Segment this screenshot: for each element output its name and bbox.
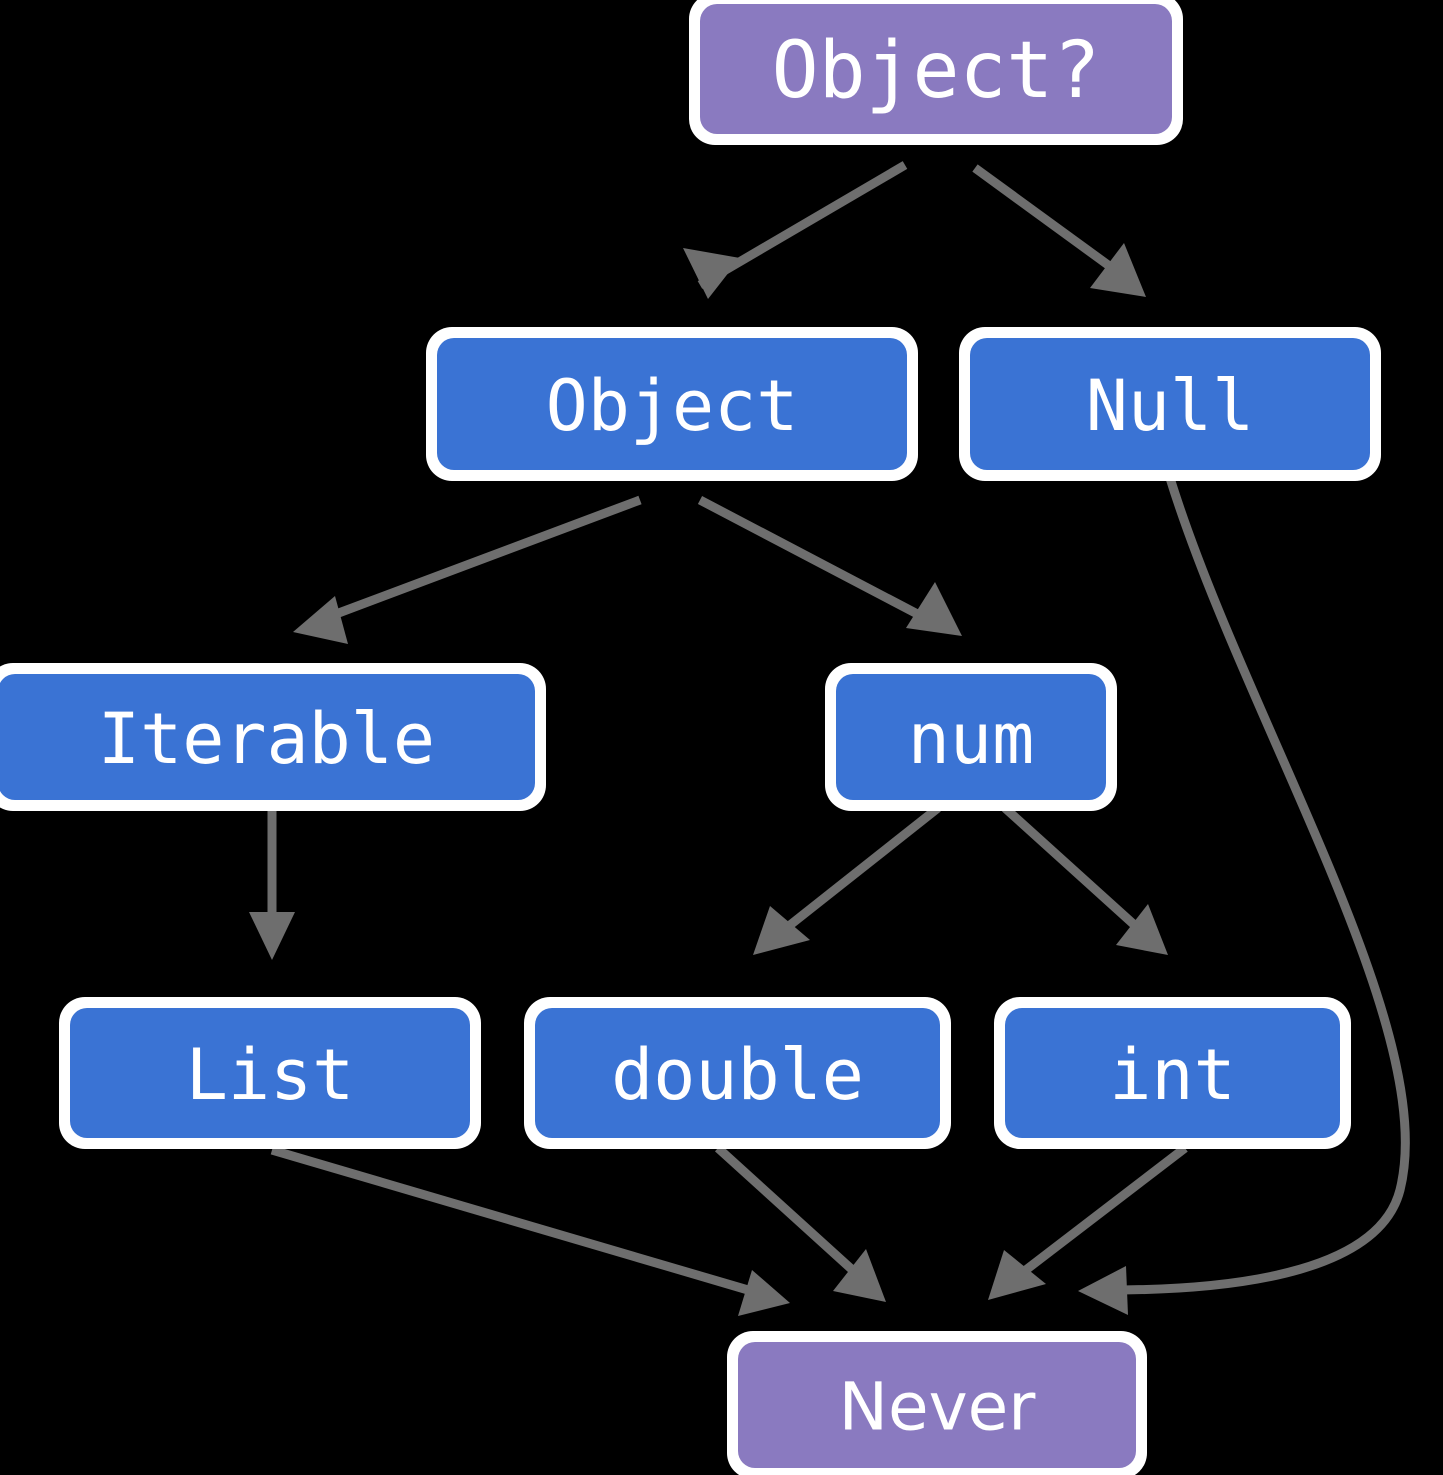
- node-iterable[interactable]: Iterable: [0, 663, 546, 811]
- edge-line: [777, 804, 941, 937]
- edge-line: [270, 1145, 750, 1295]
- edge-object_nullable-object: [683, 161, 908, 299]
- edge-object-iterable: [293, 495, 642, 644]
- edge-line: [697, 496, 928, 622]
- arrowhead-icon: [293, 596, 348, 644]
- node-int[interactable]: int: [994, 997, 1351, 1149]
- edge-num-double: [753, 804, 941, 955]
- node-label: Object?: [772, 26, 1101, 116]
- node-object_nullable[interactable]: Object?: [689, 0, 1183, 145]
- arrowhead-icon: [1078, 1266, 1128, 1315]
- edge-object-num: [697, 496, 962, 636]
- node-null[interactable]: Null: [959, 327, 1381, 481]
- node-label: Iterable: [98, 698, 435, 780]
- node-object[interactable]: Object: [426, 327, 918, 481]
- edge-list-never: [270, 1145, 790, 1316]
- type-hierarchy-diagram: Object? Object Null Iterable num List double in…: [0, 0, 1443, 1475]
- node-label: Never: [839, 1369, 1037, 1446]
- diagram-canvas: Object? Object Null Iterable num List double in…: [0, 0, 1410, 1475]
- edge-double-never: [714, 1144, 886, 1302]
- node-double[interactable]: double: [524, 997, 951, 1149]
- edge-line: [1001, 804, 1144, 934]
- arrowhead-icon: [683, 248, 740, 299]
- arrowhead-icon: [249, 912, 295, 960]
- edge-int-never: [988, 1144, 1188, 1300]
- node-label: Null: [1086, 365, 1255, 447]
- arrowhead-icon: [738, 1270, 790, 1316]
- node-label: Object: [546, 365, 799, 447]
- edge-num-int: [1001, 804, 1168, 955]
- edge-iterable-list: [249, 805, 295, 960]
- edge-object_nullable-null: [972, 164, 1146, 297]
- node-never[interactable]: Never: [727, 1331, 1147, 1475]
- node-label: int: [1109, 1034, 1235, 1116]
- node-num[interactable]: num: [825, 663, 1117, 811]
- arrowhead-icon: [1090, 243, 1146, 297]
- nodes-layer: Object? Object Null Iterable num List double in…: [0, 0, 1381, 1475]
- edge-line: [972, 164, 1133, 285]
- node-label: double: [611, 1034, 864, 1116]
- edge-line: [318, 495, 642, 625]
- edge-line: [1015, 1144, 1188, 1280]
- node-list[interactable]: List: [59, 997, 481, 1149]
- node-label: num: [908, 698, 1034, 780]
- edge-line: [714, 1144, 862, 1279]
- node-label: List: [186, 1034, 355, 1116]
